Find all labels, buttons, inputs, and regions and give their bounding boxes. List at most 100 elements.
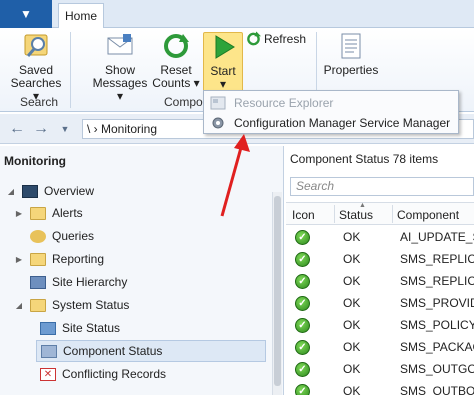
table-row[interactable]: ✓ OK SMS_PACKAGE	[286, 336, 474, 358]
component-status-pane: Component Status 78 items Search Icon ▲ …	[286, 146, 474, 395]
tree-item-label: System Status	[52, 298, 130, 312]
tree-item-site-hierarchy[interactable]: Site Hierarchy	[14, 271, 127, 293]
ok-status-icon: ✓	[295, 362, 310, 377]
reset-icon	[164, 34, 189, 58]
component-cell: SMS_POLICY_F	[400, 318, 474, 332]
table-row[interactable]: ✓ OK AI_UPDATE_SE	[286, 226, 474, 248]
component-cell: SMS_REPLICAT	[400, 274, 474, 288]
annotation-arrow	[220, 134, 250, 217]
expand-icon[interactable]: ▶	[14, 255, 24, 264]
app-menu-button[interactable]: ▼	[0, 0, 52, 28]
ok-status-icon: ✓	[295, 384, 310, 395]
saved-searches-button[interactable]: Saved Searches ▾	[8, 32, 64, 103]
tree-item-label: Overview	[44, 184, 95, 198]
overview-icon	[22, 184, 38, 198]
reset-counts-button[interactable]: Reset Counts ▾	[152, 32, 200, 90]
ok-status-icon: ✓	[295, 318, 310, 333]
table-row[interactable]: ✓ OK SMS_OUTGOII	[286, 358, 474, 380]
play-icon	[215, 35, 235, 59]
tree-item-label: Site Status	[62, 321, 121, 335]
ok-status-icon: ✓	[295, 230, 310, 245]
refresh-icon	[247, 31, 261, 46]
ok-status-icon: ✓	[295, 296, 310, 311]
search-input[interactable]: Search	[290, 177, 474, 196]
folder-icon	[30, 252, 46, 266]
ribbon-tab-strip: ▼ Home	[0, 0, 474, 29]
nav-scrollbar[interactable]	[272, 192, 282, 395]
ok-status-icon: ✓	[295, 252, 310, 267]
status-cell: OK	[343, 384, 361, 395]
reset-counts-label-2: Counts ▾	[152, 76, 200, 90]
component-group-label: Compo	[164, 95, 203, 109]
menu-item-label: Resource Explorer	[234, 96, 334, 110]
menu-item-resource-explorer[interactable]: Resource Explorer	[204, 93, 458, 113]
tree-item-label: Queries	[52, 229, 95, 243]
expand-icon[interactable]: ▶	[14, 209, 24, 218]
menu-item-label: Configuration Manager Service Manager	[234, 116, 451, 130]
tree-item-overview[interactable]: ◢ Overview	[6, 180, 94, 202]
ok-status-icon: ✓	[295, 340, 310, 355]
component-cell: SMS_REPLICAT	[400, 252, 474, 266]
breadcrumb-path: \ › Monitoring	[87, 122, 158, 136]
tree-item-label: Component Status	[63, 344, 163, 358]
component-cell: SMS_OUTGOII	[400, 362, 474, 376]
tree-item-alerts[interactable]: ▶ Alerts	[14, 202, 83, 224]
history-dropdown-icon[interactable]: ▼	[56, 120, 74, 138]
column-header-status[interactable]: Status	[339, 208, 373, 222]
tree-item-label: Reporting	[52, 252, 105, 266]
refresh-button[interactable]: Refresh	[246, 31, 306, 47]
tree-item-conflicting-records[interactable]: ✕ Conflicting Records	[40, 363, 166, 385]
refresh-label: Refresh	[263, 31, 306, 46]
component-cell: SMS_PACKAGE	[400, 340, 474, 354]
status-cell: OK	[343, 362, 361, 376]
table-row[interactable]: ✓ OK SMS_REPLICAT	[286, 248, 474, 270]
component-cell: SMS_OUTBOX	[400, 384, 474, 395]
folder-icon	[30, 298, 46, 312]
start-dropdown-menu: Resource Explorer Configuration Manager …	[203, 90, 459, 134]
component-status-icon	[41, 344, 57, 358]
column-header-icon[interactable]: Icon	[292, 208, 315, 222]
tree-item-label: Conflicting Records	[62, 367, 167, 381]
table-row[interactable]: ✓ OK SMS_OUTBOX	[286, 380, 474, 395]
column-header-component[interactable]: Component	[397, 208, 459, 222]
table-row[interactable]: ✓ OK SMS_PROVIDE	[286, 292, 474, 314]
tree-item-reporting[interactable]: ▶ Reporting	[14, 248, 104, 270]
tab-home[interactable]: Home	[58, 3, 104, 29]
status-cell: OK	[343, 340, 361, 354]
properties-icon	[341, 33, 361, 59]
query-icon	[30, 229, 46, 243]
collapse-icon[interactable]: ◢	[14, 301, 24, 310]
tree-item-system-status[interactable]: ◢ System Status	[14, 294, 129, 316]
show-messages-button[interactable]: Show Messages ▾	[90, 32, 150, 103]
scrollbar-thumb[interactable]	[274, 196, 281, 386]
collapse-icon[interactable]: ◢	[6, 187, 16, 196]
status-cell: OK	[343, 230, 361, 244]
tree-item-queries[interactable]: Queries	[14, 225, 94, 247]
site-status-icon	[40, 321, 56, 335]
tree-item-component-status[interactable]: Component Status	[36, 340, 266, 362]
ok-status-icon: ✓	[295, 274, 310, 289]
component-cell: AI_UPDATE_SE	[400, 230, 474, 244]
status-cell: OK	[343, 252, 361, 266]
tree-item-label: Alerts	[52, 206, 83, 220]
start-button[interactable]: Start ▾	[203, 32, 243, 92]
back-arrow-icon[interactable]: ←	[8, 120, 26, 138]
status-cell: OK	[343, 274, 361, 288]
saved-searches-icon	[24, 34, 48, 57]
table-row[interactable]: ✓ OK SMS_POLICY_F	[286, 314, 474, 336]
gear-icon	[212, 117, 224, 129]
results-title: Component Status 78 items	[290, 152, 439, 166]
grid-header: Icon ▲ Status Component	[286, 202, 474, 225]
properties-button[interactable]: Properties	[322, 32, 380, 77]
table-row[interactable]: ✓ OK SMS_REPLICAT	[286, 270, 474, 292]
status-cell: OK	[343, 296, 361, 310]
folder-icon	[30, 206, 46, 220]
messages-icon	[107, 34, 133, 55]
properties-label: Properties	[323, 63, 379, 77]
status-cell: OK	[343, 318, 361, 332]
tree-item-site-status[interactable]: Site Status	[40, 317, 120, 339]
forward-arrow-icon[interactable]: →	[32, 120, 50, 138]
search-group-label: Search	[20, 95, 59, 109]
component-cell: SMS_PROVIDE	[400, 296, 474, 310]
conflict-icon: ✕	[40, 367, 56, 381]
